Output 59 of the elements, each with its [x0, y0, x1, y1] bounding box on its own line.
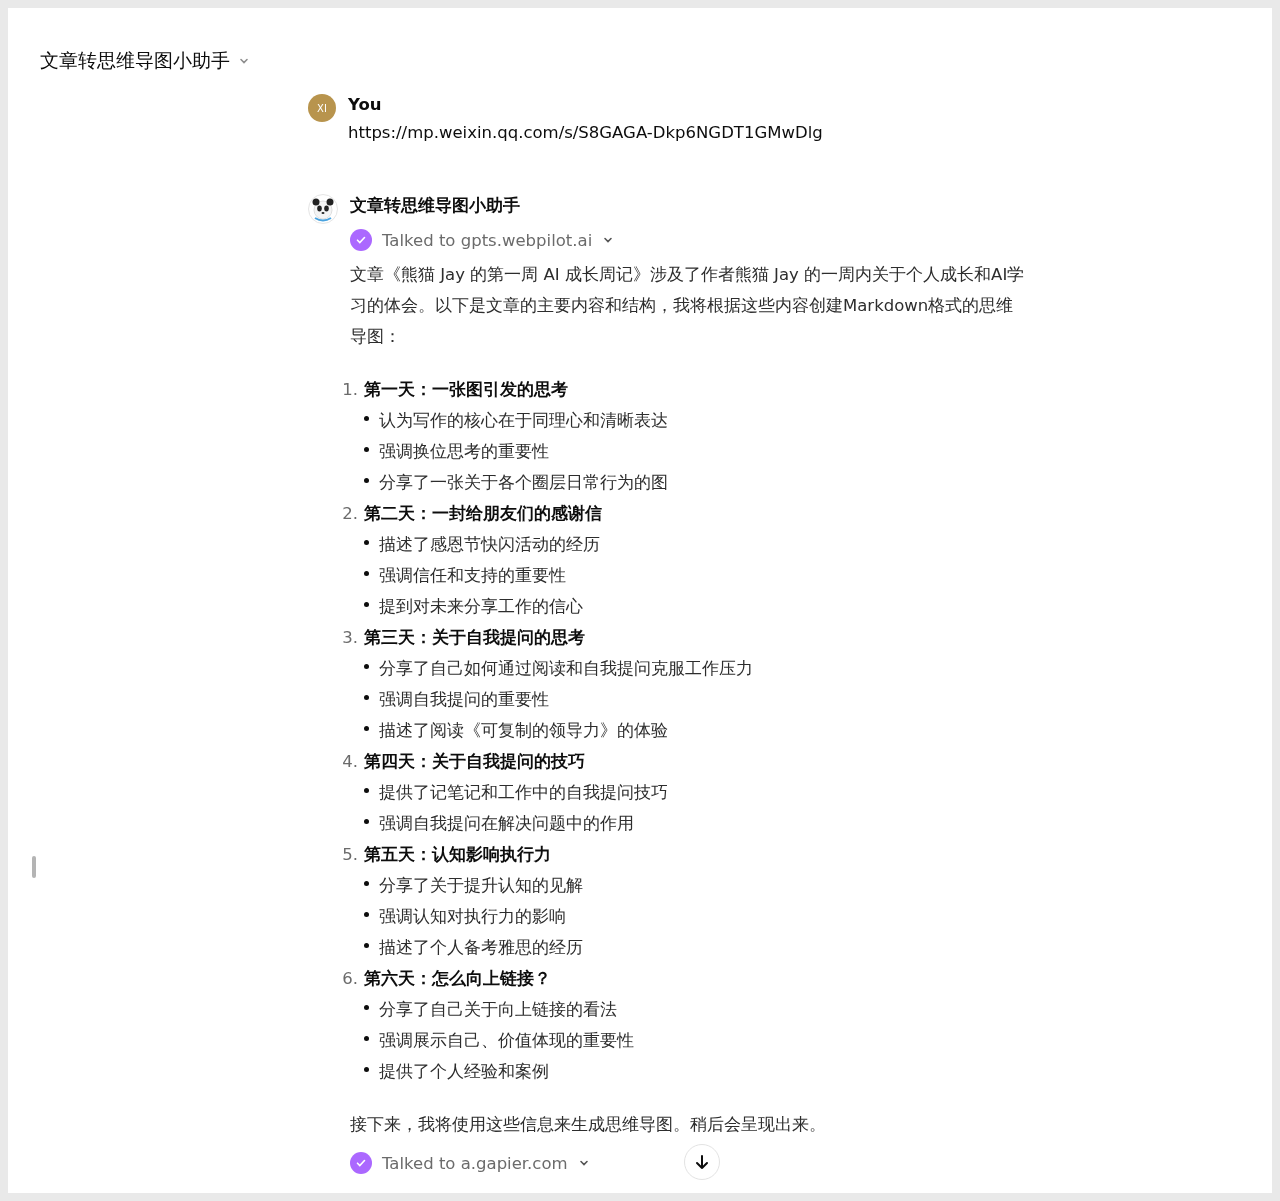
message-text: https://mp.weixin.qq.com/s/S8GAGA-Dkp6NGDT1GMwDlg [348, 122, 824, 144]
bullet-dot [364, 695, 369, 700]
section-heading: 第五天：认知影响执行力 [364, 844, 551, 866]
section-heading: 第二天：一封给朋友们的感谢信 [364, 503, 602, 525]
panda-avatar-icon [308, 194, 338, 224]
bullet-dot [364, 664, 369, 669]
message-paragraph: 接下来，我将使用这些信息来生成思维导图。稍后会呈现出来。 [350, 1114, 827, 1136]
bullet-dot [364, 788, 369, 793]
arrow-down-icon [693, 1153, 711, 1171]
bullet-dot [364, 540, 369, 545]
bullet-dot [364, 1067, 369, 1072]
bullet-text: 分享了关于提升认知的见解 [379, 875, 583, 897]
bullet-text: 提供了个人经验和案例 [379, 1061, 549, 1083]
list-number: 4. [341, 751, 358, 773]
bullet-text: 强调换位思考的重要性 [379, 441, 549, 463]
bullet-text: 分享了一张关于各个圈层日常行为的图 [379, 472, 668, 494]
list-number: 2. [341, 503, 358, 525]
bullet-dot [364, 1005, 369, 1010]
bullet-text: 提供了记笔记和工作中的自我提问技巧 [379, 782, 668, 804]
message-paragraph: 文章《熊猫 Jay 的第一周 AI 成长周记》涉及了作者熊猫 Jay 的一周内关于个人成长和AI学习的体会。以下是文章的主要内容和结构，我将根据这些内容创建Markdown格式的思维导图： [350, 264, 1026, 348]
bullet-text: 强调信任和支持的重要性 [379, 565, 566, 587]
bullet-dot [364, 602, 369, 607]
list-number: 3. [341, 627, 358, 649]
bullet-text: 描述了阅读《可复制的领导力》的体验 [379, 720, 668, 742]
bullet-text: 强调自我提问在解决问题中的作用 [379, 813, 634, 835]
section-heading: 第一天：一张图引发的思考 [364, 379, 568, 401]
bullet-text: 强调认知对执行力的影响 [379, 906, 566, 928]
tool-call-toggle[interactable]: Talked to gpts.webpilot.ai [350, 227, 615, 253]
bullet-text: 分享了自己关于向上链接的看法 [379, 999, 617, 1021]
bullet-text: 描述了个人备考雅思的经历 [379, 937, 583, 959]
bullet-text: 强调自我提问的重要性 [379, 689, 549, 711]
user-avatar: XI [308, 94, 336, 122]
bullet-text: 认为写作的核心在于同理心和清晰表达 [379, 410, 668, 432]
bullet-text: 提到对未来分享工作的信心 [379, 596, 583, 618]
bullet-dot [364, 726, 369, 731]
author-name: 文章转思维导图小助手 [350, 195, 521, 217]
bullet-text: 分享了自己如何通过阅读和自我提问克服工作压力 [379, 658, 753, 680]
bullet-dot [364, 1036, 369, 1041]
list-number: 1. [341, 379, 358, 401]
resize-handle[interactable] [32, 856, 36, 878]
list-number: 6. [341, 968, 358, 990]
bullet-text: 描述了感恩节快闪活动的经历 [379, 534, 600, 556]
scroll-down-button[interactable] [684, 1144, 720, 1180]
gpt-name-dropdown[interactable]: 文章转思维导图小助手 [40, 48, 250, 74]
author-name: You [348, 95, 383, 114]
tool-call-toggle[interactable]: Talked to a.gapier.com [350, 1150, 590, 1176]
bullet-dot [364, 478, 369, 483]
bullet-dot [364, 881, 369, 886]
list-number: 5. [341, 844, 358, 866]
bullet-dot [364, 943, 369, 948]
bullet-dot [364, 819, 369, 824]
bullet-dot [364, 571, 369, 576]
bullet-dot [364, 447, 369, 452]
section-heading: 第四天：关于自我提问的技巧 [364, 751, 585, 773]
bullet-dot [364, 416, 369, 421]
section-heading: 第六天：怎么向上链接？ [364, 968, 551, 990]
section-heading: 第三天：关于自我提问的思考 [364, 627, 585, 649]
bullet-dot [364, 912, 369, 917]
bullet-text: 强调展示自己、价值体现的重要性 [379, 1030, 634, 1052]
